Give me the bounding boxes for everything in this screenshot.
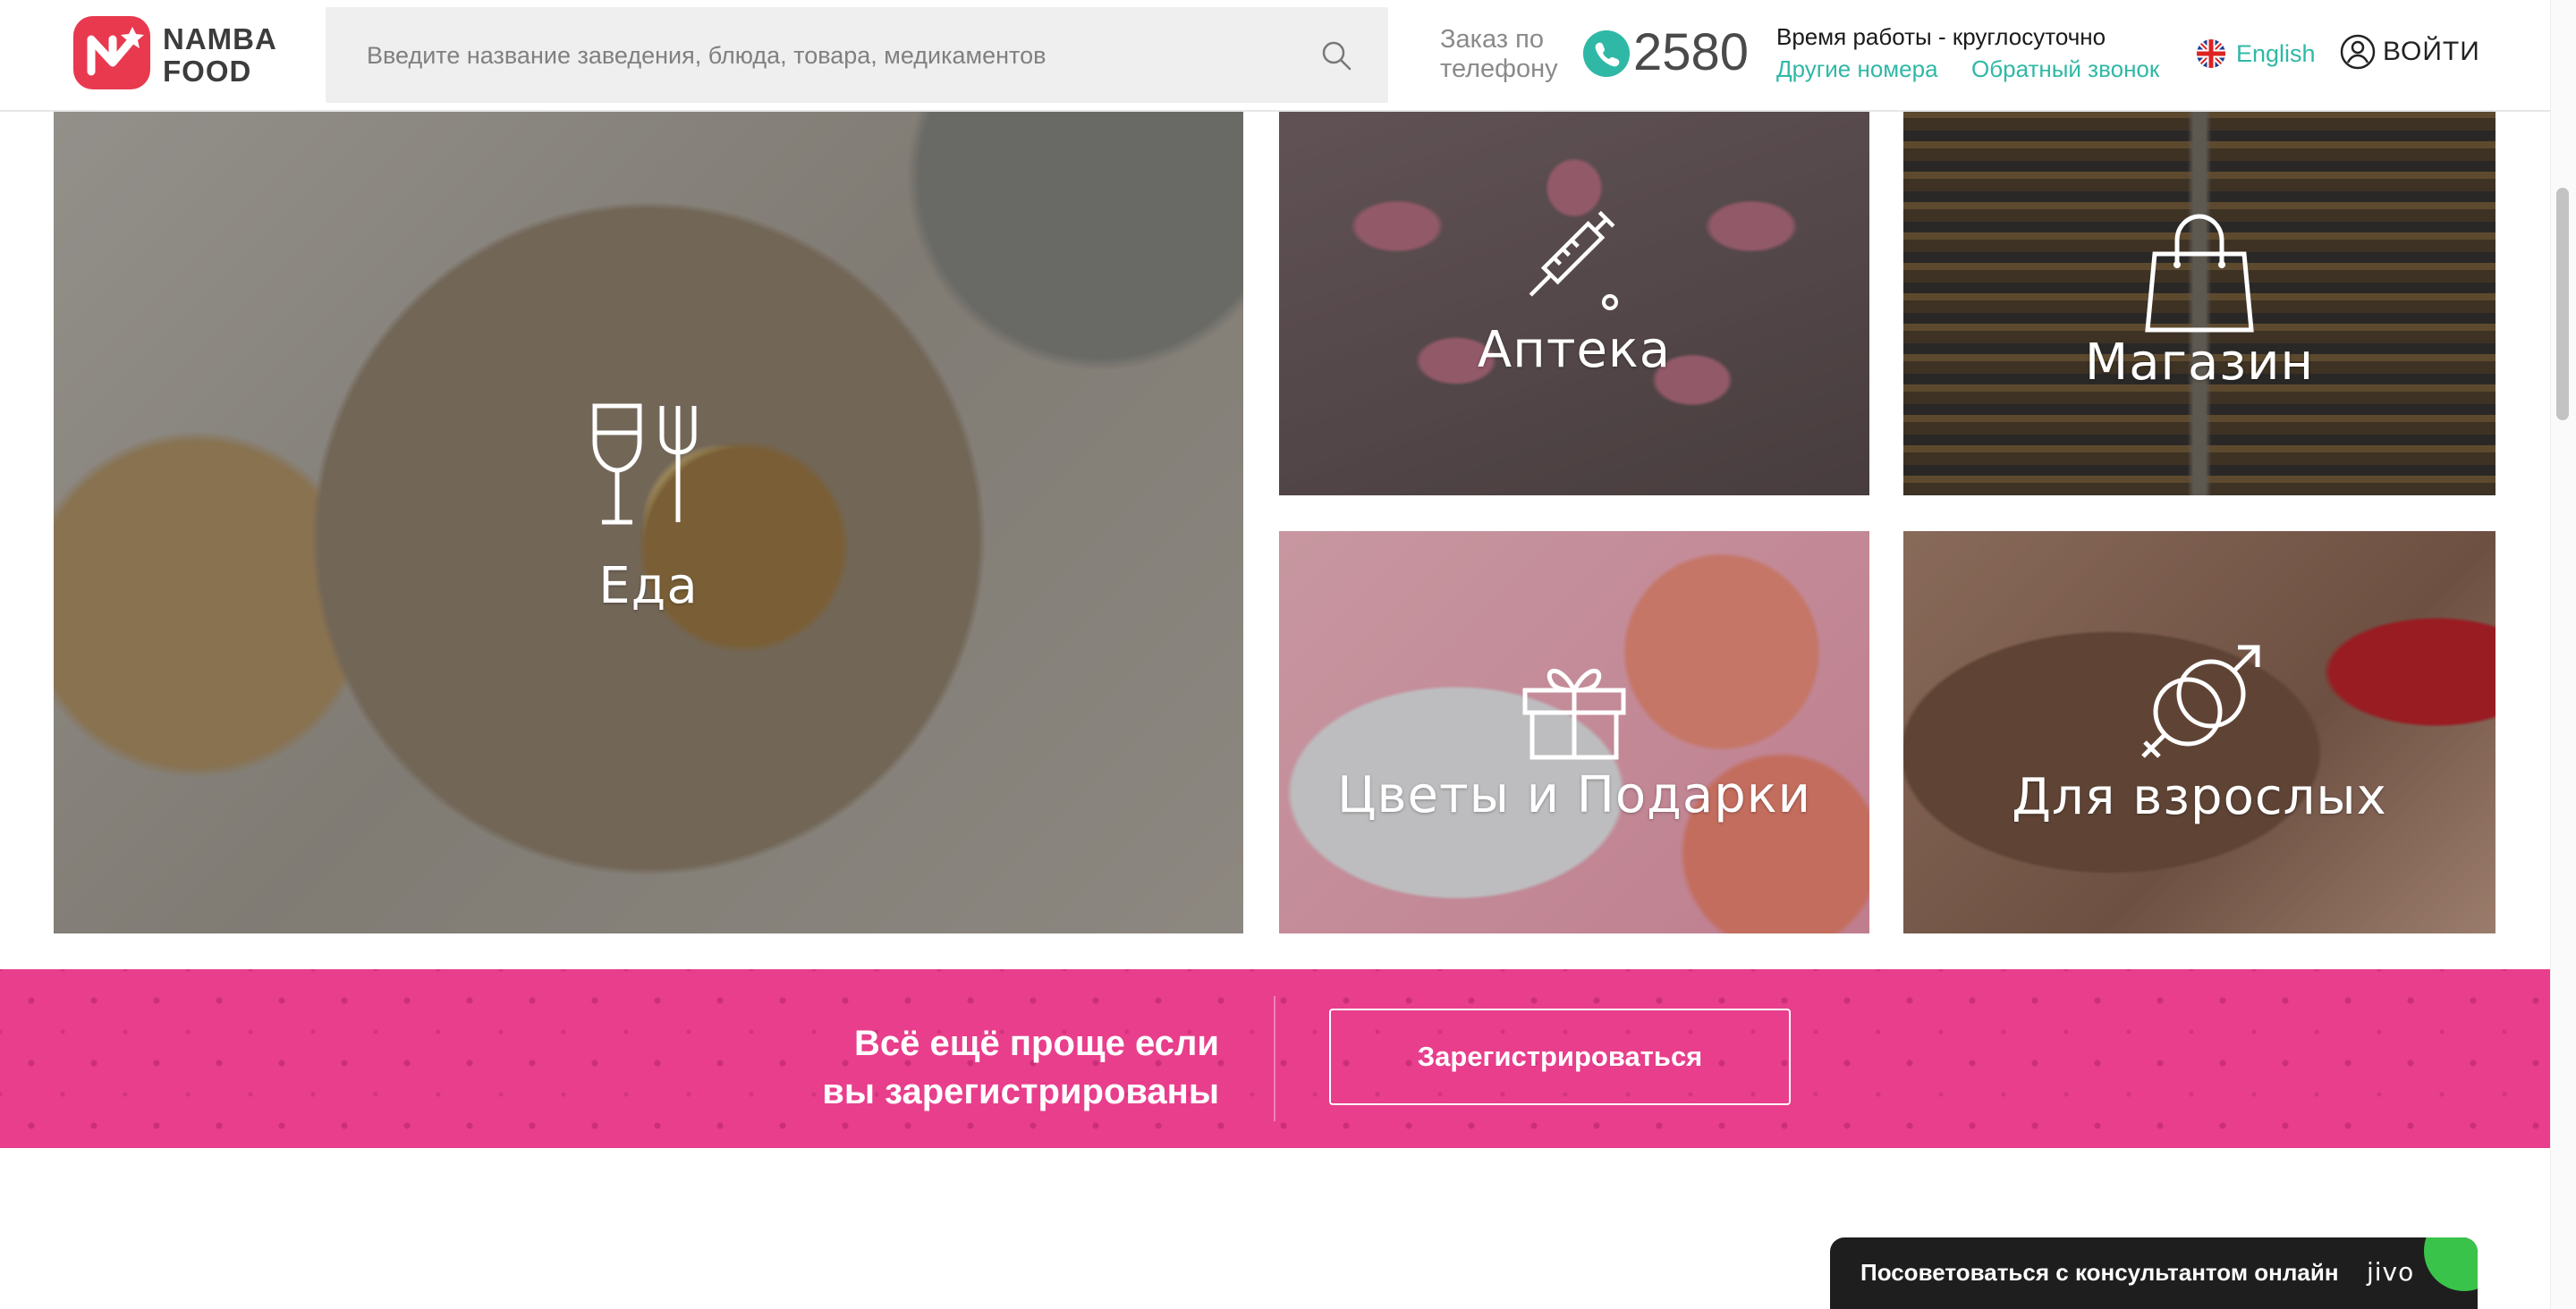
tile-content: Для взрослых [1903, 638, 2496, 826]
logo-text: NAMBA FOOD [163, 22, 276, 88]
category-tile-flowers-gifts[interactable]: Цветы и Подарки [1279, 531, 1869, 933]
callback-link[interactable]: Обратный звонок [1971, 55, 2159, 83]
phone-icon[interactable] [1583, 30, 1630, 77]
logo-mark-icon [73, 16, 150, 89]
category-label: Для взрослых [2012, 768, 2387, 826]
login-label: ВОЙТИ [2383, 37, 2480, 66]
page-scrollbar-thumb[interactable] [2556, 188, 2569, 420]
tile-content: Цветы и Подарки [1279, 654, 1869, 824]
working-hours: Время работы - круглосуточно [1776, 23, 2106, 50]
category-tile-pharmacy[interactable]: Аптека [1279, 111, 1869, 495]
registration-banner: Всё ещё проще если вы зарегистрированы З… [0, 969, 2550, 1148]
chat-widget[interactable]: Посоветоваться с консультантом онлайн ji… [1830, 1237, 2478, 1309]
wine-glass-fork-icon [592, 403, 697, 525]
tile-content: Магазин [1903, 209, 2496, 392]
phone-number[interactable]: 2580 [1633, 23, 1749, 82]
register-button[interactable]: Зарегистрироваться [1329, 1009, 1791, 1105]
chat-text: Посоветоваться с консультантом онлайн [1860, 1259, 2339, 1286]
category-label: Цветы и Подарки [1337, 766, 1811, 824]
search-icon[interactable] [1320, 39, 1352, 72]
category-tile-food[interactable]: Еда [54, 111, 1243, 933]
category-tile-adults[interactable]: Для взрослых [1903, 531, 2496, 933]
uk-flag-icon [2197, 39, 2225, 68]
search-box [326, 7, 1388, 105]
banner-text: Всё ещё проще если вы зарегистрированы [822, 1019, 1219, 1116]
jivo-logo: jivo [2367, 1257, 2415, 1287]
language-label: English [2236, 39, 2316, 67]
category-tile-shop[interactable]: Магазин [1903, 111, 2496, 495]
banner-text-line: вы зарегистрированы [822, 1072, 1219, 1111]
banner-text-line: Всё ещё проще если [854, 1024, 1219, 1063]
category-label: Аптека [1477, 321, 1672, 379]
banner-divider [1274, 996, 1275, 1121]
syringe-icon [1529, 210, 1618, 310]
order-by-phone-label: Заказ по телефону [1440, 25, 1558, 83]
user-icon [2340, 34, 2376, 70]
search-input[interactable] [365, 7, 1299, 105]
shopping-bag-icon [2145, 214, 2254, 333]
tile-content: Еда [54, 397, 1243, 615]
namba-food-logo[interactable]: NAMBA FOOD [70, 13, 295, 93]
gender-symbols-icon [2141, 645, 2260, 758]
language-switch[interactable]: English [2197, 39, 2316, 68]
tile-content: Аптека [1279, 209, 1869, 379]
other-numbers-link[interactable]: Другие номера [1776, 55, 1938, 83]
login-button[interactable]: ВОЙТИ [2340, 34, 2480, 70]
site-header: NAMBA FOOD Заказ по телефону 2580 Время … [0, 0, 2550, 112]
category-label: Еда [598, 557, 699, 615]
category-label: Магазин [2084, 334, 2315, 392]
chat-status-indicator [2424, 1237, 2478, 1291]
gift-icon [1522, 668, 1626, 760]
